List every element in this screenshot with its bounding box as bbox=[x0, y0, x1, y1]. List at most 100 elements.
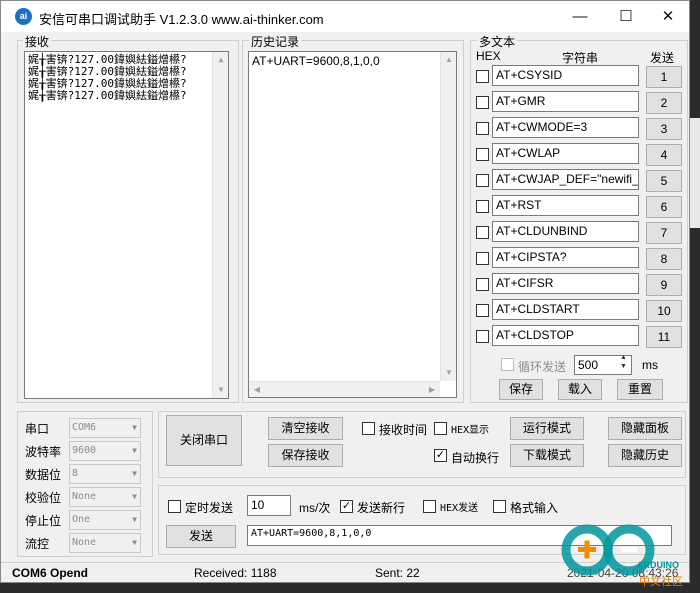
multi-send-button[interactable]: 2 bbox=[646, 92, 682, 114]
multi-hex-checkbox[interactable] bbox=[476, 304, 489, 317]
loop-send-label: 循环发送 bbox=[518, 360, 567, 374]
history-vscrollbar[interactable]: ▲ ▼ bbox=[440, 52, 456, 381]
multi-text-input[interactable]: AT+CIPSTA? bbox=[492, 247, 639, 268]
scroll-up-icon[interactable]: ▲ bbox=[441, 52, 456, 68]
send-button[interactable]: 发送 bbox=[166, 525, 236, 548]
close-button[interactable]: ✕ bbox=[645, 1, 691, 32]
scroll-left-icon[interactable]: ◀ bbox=[249, 382, 265, 397]
multi-text-input[interactable]: AT+CWLAP bbox=[492, 143, 639, 164]
history-label: 历史记录 bbox=[249, 33, 302, 50]
send-newline-checkbox[interactable]: ✓ bbox=[340, 500, 353, 513]
port-field-value: 9600 bbox=[72, 445, 97, 456]
chevron-down-icon[interactable]: ▼ bbox=[132, 465, 137, 483]
timed-send-checkbox[interactable] bbox=[168, 500, 181, 513]
hex-column-header: HEX bbox=[476, 49, 501, 63]
arduino-logo-subtext: 中文社区 bbox=[639, 576, 683, 588]
background-window-fragment bbox=[690, 118, 700, 228]
multi-hex-checkbox[interactable] bbox=[476, 174, 489, 187]
port-field-select[interactable]: 9600 ▼ bbox=[69, 441, 141, 461]
save-receive-button[interactable]: 保存接收 bbox=[268, 444, 343, 467]
multi-text-input[interactable]: AT+RST bbox=[492, 195, 639, 216]
chevron-down-icon[interactable]: ▼ bbox=[132, 511, 137, 529]
multi-send-button[interactable]: 3 bbox=[646, 118, 682, 140]
multi-hex-checkbox[interactable] bbox=[476, 252, 489, 265]
scroll-up-icon[interactable]: ▲ bbox=[213, 52, 228, 68]
timed-interval-input[interactable]: 10 bbox=[247, 495, 291, 516]
receive-time-label: 接收时间 bbox=[379, 423, 428, 437]
port-field-select[interactable]: One ▼ bbox=[69, 510, 141, 530]
multi-text-input[interactable]: AT+CLDSTOP bbox=[492, 325, 639, 346]
format-input-checkbox[interactable] bbox=[493, 500, 506, 513]
multi-hex-checkbox[interactable] bbox=[476, 96, 489, 109]
hex-display-checkbox[interactable] bbox=[434, 422, 447, 435]
save-multi-button[interactable]: 保存 bbox=[499, 379, 543, 400]
multi-hex-checkbox[interactable] bbox=[476, 330, 489, 343]
multi-send-button[interactable]: 4 bbox=[646, 144, 682, 166]
multi-text-input[interactable]: AT+CLDSTART bbox=[492, 299, 639, 320]
chevron-down-icon[interactable]: ▼ bbox=[132, 442, 137, 460]
window-title: 安信可串口调试助手 V1.2.3.0 www.ai-thinker.com bbox=[39, 12, 324, 27]
maximize-button[interactable]: ☐ bbox=[603, 1, 649, 32]
string-column-header: 字符串 bbox=[562, 51, 599, 65]
interval-spinner-icon[interactable]: ▲ ▼ bbox=[620, 353, 627, 371]
hide-panel-button[interactable]: 隐藏面板 bbox=[608, 417, 682, 440]
scroll-down-icon[interactable]: ▼ bbox=[441, 365, 456, 381]
send-content-value: AT+UART=9600,8,1,0,0 bbox=[251, 528, 372, 539]
port-field-value: None bbox=[72, 537, 97, 548]
download-mode-button[interactable]: 下载模式 bbox=[510, 444, 584, 467]
history-list[interactable]: AT+UART=9600,8,1,0,0 ▲ ▼ ◀ ▶ bbox=[248, 51, 457, 398]
multi-send-button[interactable]: 7 bbox=[646, 222, 682, 244]
multi-hex-checkbox[interactable] bbox=[476, 148, 489, 161]
multi-send-button[interactable]: 10 bbox=[646, 300, 682, 322]
close-port-button[interactable]: 关闭串口 bbox=[166, 415, 242, 466]
port-field-select[interactable]: None ▼ bbox=[69, 533, 141, 553]
port-status: COM6 Opend bbox=[12, 566, 89, 580]
chevron-down-icon[interactable]: ▼ bbox=[132, 419, 137, 437]
multi-text-input[interactable]: AT+CLDUNBIND bbox=[492, 221, 639, 242]
hide-history-button[interactable]: 隐藏历史 bbox=[608, 444, 682, 467]
multi-send-button[interactable]: 11 bbox=[646, 326, 682, 348]
multi-send-button[interactable]: 9 bbox=[646, 274, 682, 296]
chevron-down-icon[interactable]: ▼ bbox=[132, 488, 137, 506]
multi-hex-checkbox[interactable] bbox=[476, 122, 489, 135]
multi-hex-checkbox[interactable] bbox=[476, 200, 489, 213]
multi-hex-checkbox[interactable] bbox=[476, 70, 489, 83]
sent-count: Sent: 22 bbox=[375, 566, 420, 580]
multi-text-input[interactable]: AT+CWMODE=3 bbox=[492, 117, 639, 138]
reset-multi-button[interactable]: 重置 bbox=[617, 379, 663, 400]
multi-text-input[interactable]: AT+CSYSID bbox=[492, 65, 639, 86]
clear-receive-button[interactable]: 清空接收 bbox=[268, 417, 343, 440]
multi-text-input[interactable]: AT+GMR bbox=[492, 91, 639, 112]
scroll-right-icon[interactable]: ▶ bbox=[424, 382, 440, 397]
load-multi-button[interactable]: 载入 bbox=[558, 379, 602, 400]
multi-hex-checkbox[interactable] bbox=[476, 226, 489, 239]
multi-send-button[interactable]: 8 bbox=[646, 248, 682, 270]
multi-send-button[interactable]: 5 bbox=[646, 170, 682, 192]
history-hscrollbar[interactable]: ◀ ▶ bbox=[249, 381, 440, 397]
receive-textarea[interactable]: 娓╁害锛?127.00鍏嬩紶鎰熷櫒? 娓╁害锛?127.00鍏嬩紶鎰熷櫒? 娓╁害锛… bbox=[24, 51, 229, 399]
title-bar[interactable]: ai 安信可串口调试助手 V1.2.3.0 www.ai-thinker.com… bbox=[1, 1, 689, 32]
port-field-value: 8 bbox=[72, 468, 79, 479]
port-field-select[interactable]: None ▼ bbox=[69, 487, 141, 507]
minimize-button[interactable]: — bbox=[557, 1, 603, 32]
port-field-select[interactable]: COM6 ▼ bbox=[69, 418, 141, 438]
history-item[interactable]: AT+UART=9600,8,1,0,0 bbox=[252, 54, 453, 68]
scroll-down-icon[interactable]: ▼ bbox=[213, 382, 228, 398]
arduino-watermark-logo: ARDUINO 中文社区 bbox=[545, 520, 685, 590]
multi-text-input[interactable]: AT+CIFSR bbox=[492, 273, 639, 294]
port-field-select[interactable]: 8 ▼ bbox=[69, 464, 141, 484]
run-mode-button[interactable]: 运行模式 bbox=[510, 417, 584, 440]
multi-text-input[interactable]: AT+CWJAP_DEF="newifi_ bbox=[492, 169, 639, 190]
receive-time-checkbox[interactable] bbox=[362, 422, 375, 435]
loop-send-checkbox[interactable] bbox=[501, 358, 514, 371]
auto-wrap-checkbox[interactable]: ✓ bbox=[434, 449, 447, 462]
history-content: AT+UART=9600,8,1,0,0 bbox=[252, 54, 453, 68]
multi-send-button[interactable]: 1 bbox=[646, 66, 682, 88]
hex-send-checkbox[interactable] bbox=[423, 500, 436, 513]
multi-hex-checkbox[interactable] bbox=[476, 278, 489, 291]
chevron-down-icon[interactable]: ▼ bbox=[132, 534, 137, 552]
multi-send-button[interactable]: 6 bbox=[646, 196, 682, 218]
send-newline-label: 发送新行 bbox=[357, 501, 406, 515]
receive-scrollbar[interactable]: ▲ ▼ bbox=[212, 52, 228, 398]
port-field-label: 数据位 bbox=[25, 468, 62, 482]
